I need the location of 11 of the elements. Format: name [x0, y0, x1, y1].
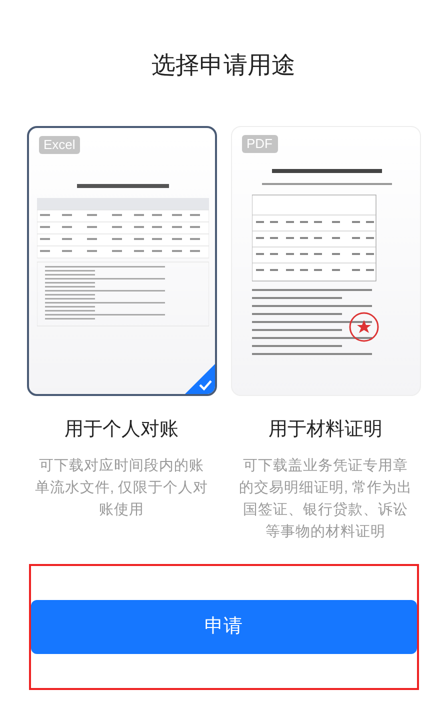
- document-preview-card[interactable]: PDF: [230, 126, 420, 396]
- file-type-badge: Excel: [38, 136, 80, 154]
- document-preview-card[interactable]: Excel: [26, 126, 216, 396]
- file-type-badge: PDF: [242, 135, 278, 153]
- page-title: 选择申请用途: [152, 51, 296, 81]
- option-title: 用于个人对账: [64, 418, 178, 442]
- option-title: 用于材料证明: [268, 418, 382, 442]
- option-description: 可下载盖业务凭证专用章的交易明细证明, 常作为出国签证、银行贷款、诉讼等事物的材料证明: [238, 456, 414, 542]
- option-description: 可下载对应时间段内的账单流水文件, 仅限于个人对账使用: [34, 456, 210, 520]
- selected-check-icon: [184, 364, 214, 394]
- apply-button[interactable]: 申请: [30, 600, 416, 654]
